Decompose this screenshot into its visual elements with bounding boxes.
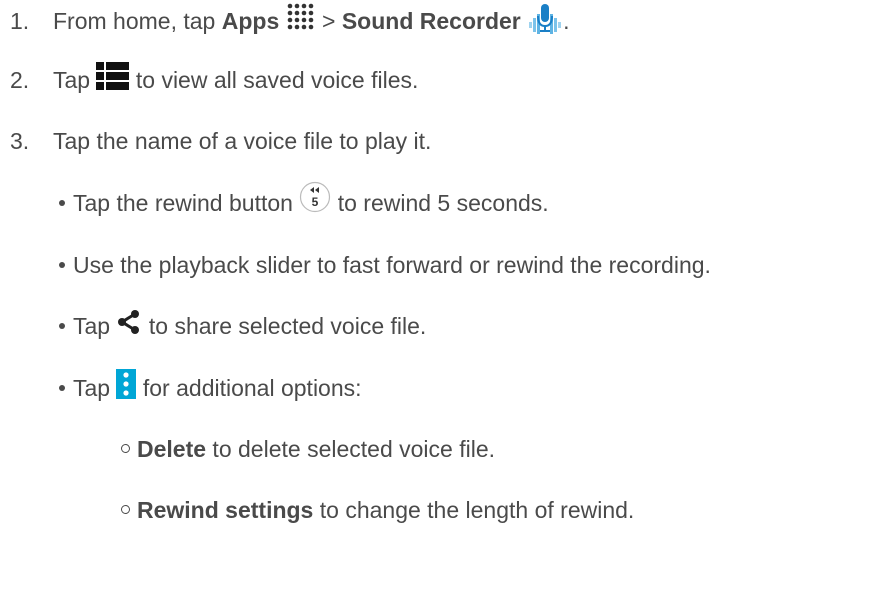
apps-grid-icon [286, 2, 316, 32]
sound-recorder-label: Sound Recorder [341, 8, 521, 34]
step-number: 2. [10, 67, 30, 93]
step-number: 3. [10, 128, 30, 154]
rewind-5-icon: 5 [299, 181, 331, 213]
step-number: 1. [10, 8, 30, 34]
share-icon [116, 307, 142, 334]
apps-label: Apps [221, 8, 280, 34]
step-text: From home, tap [53, 8, 222, 34]
circle-bullet [121, 444, 130, 453]
step-text: Tap [53, 67, 97, 93]
bullet-dot [59, 385, 65, 391]
overflow-menu-icon [116, 368, 137, 399]
bullet-dot [59, 200, 65, 206]
circle-bullet [121, 505, 130, 514]
rewind-label: 5 [312, 195, 319, 209]
sound-recorder-icon [527, 2, 563, 36]
step-text: Tap the name of a voice file to play it. [53, 128, 432, 154]
bullet-dot [59, 262, 65, 268]
bullet-dot [59, 323, 65, 329]
list-view-icon [96, 61, 130, 90]
